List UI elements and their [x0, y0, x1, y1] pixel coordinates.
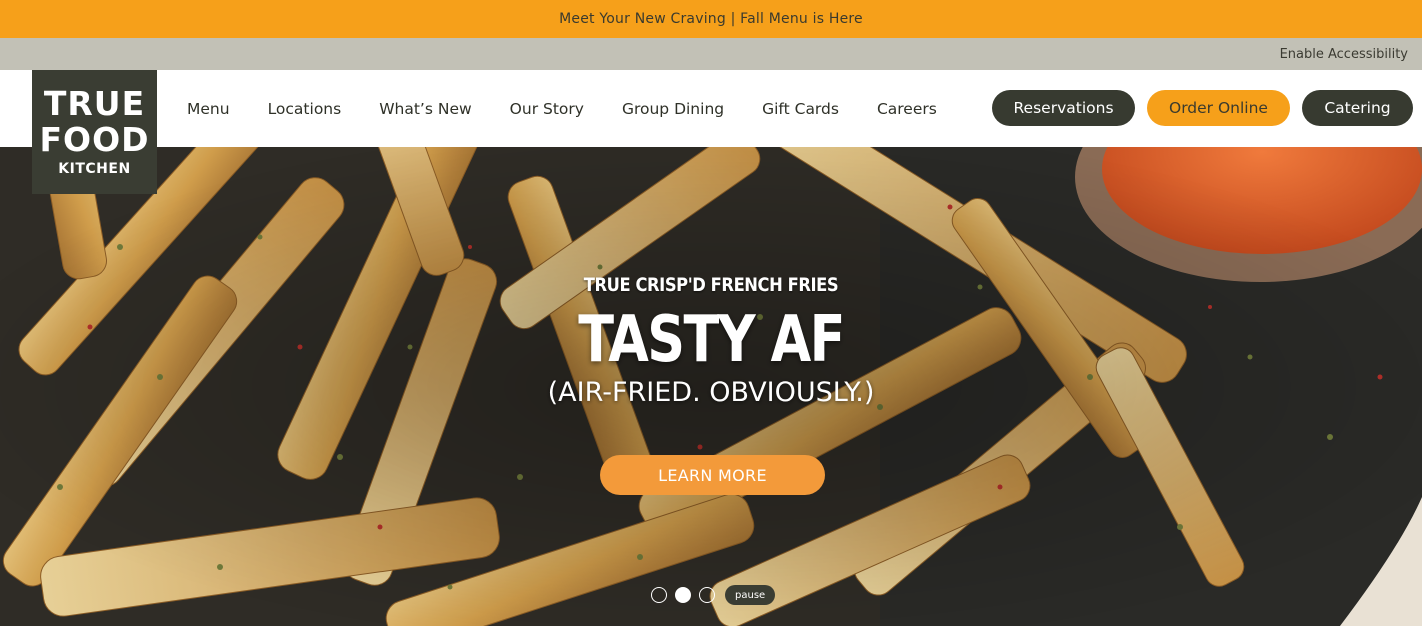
nav-item-careers[interactable]: Careers: [877, 100, 937, 118]
carousel-dot-2[interactable]: [675, 587, 691, 603]
site-header: TRUE FOOD KITCHEN Menu Locations What’s …: [0, 70, 1422, 194]
promo-banner: Meet Your New Craving | Fall Menu is Her…: [0, 0, 1422, 38]
nav-item-whats-new[interactable]: What’s New: [379, 100, 471, 118]
logo-line-1: TRUE: [43, 84, 146, 123]
nav-item-locations[interactable]: Locations: [268, 100, 342, 118]
utility-bar: Enable Accessibility: [0, 38, 1422, 70]
hero-subline: (AIR-FRIED. OBVIOUSLY.): [547, 377, 875, 408]
promo-link[interactable]: Meet Your New Craving | Fall Menu is Her…: [559, 11, 863, 27]
carousel-controls: pause: [651, 585, 776, 605]
nav-item-gift-cards[interactable]: Gift Cards: [762, 100, 839, 118]
logo-line-3: KITCHEN: [58, 161, 131, 177]
nav-item-group-dining[interactable]: Group Dining: [622, 100, 724, 118]
nav-item-menu[interactable]: Menu: [187, 100, 230, 118]
carousel-pause-button[interactable]: pause: [725, 585, 776, 605]
catering-button[interactable]: Catering: [1302, 90, 1413, 126]
nav-item-our-story[interactable]: Our Story: [510, 100, 584, 118]
enable-accessibility-link[interactable]: Enable Accessibility: [1280, 47, 1408, 62]
carousel-dot-1[interactable]: [651, 587, 667, 603]
reservations-button[interactable]: Reservations: [992, 90, 1135, 126]
learn-more-button[interactable]: LEARN MORE: [600, 455, 825, 495]
carousel-dot-3[interactable]: [699, 587, 715, 603]
hero-headline: TASTY AF: [578, 303, 845, 377]
logo-line-2: FOOD: [39, 120, 150, 159]
logo[interactable]: TRUE FOOD KITCHEN: [32, 70, 157, 194]
hero-eyebrow: TRUE CRISP'D FRENCH FRIES: [583, 274, 839, 296]
main-nav: Menu Locations What’s New Our Story Grou…: [187, 70, 975, 147]
order-online-button[interactable]: Order Online: [1147, 90, 1290, 126]
hero-carousel: TRUE CRISP'D FRENCH FRIES TASTY AF (AIR-…: [0, 147, 1422, 626]
